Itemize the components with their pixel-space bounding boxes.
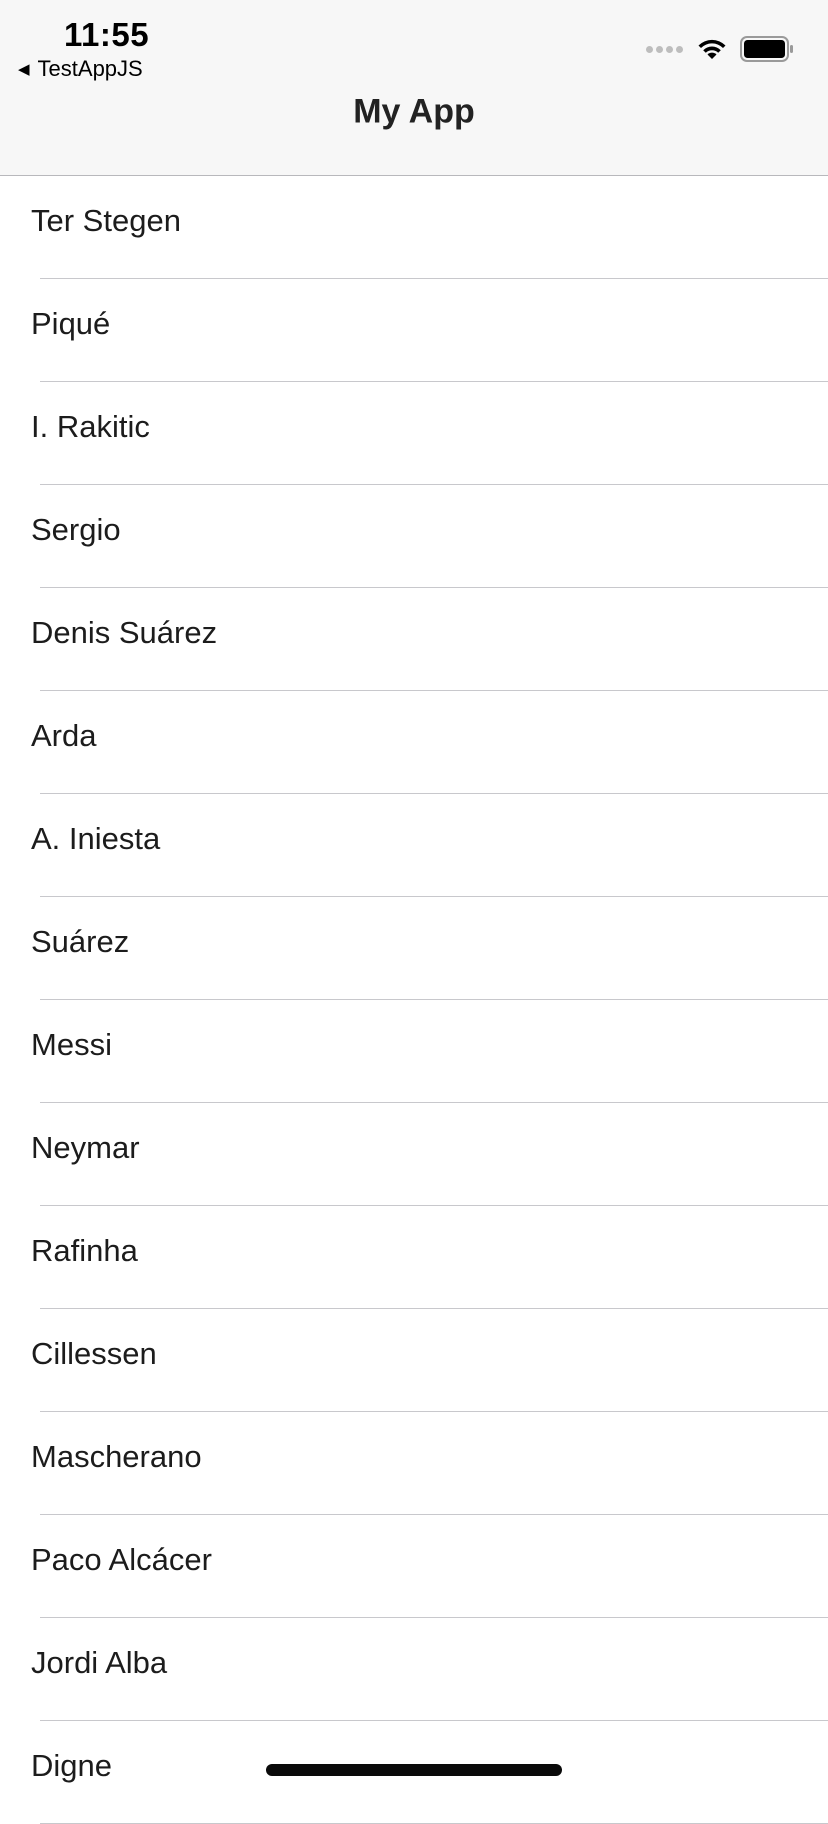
list-item-label: Jordi Alba: [31, 1644, 168, 1680]
list-item-label: Mascherano: [31, 1438, 202, 1474]
list-item-label: Sergio: [31, 511, 121, 547]
list-item-label: A. Iniesta: [31, 820, 161, 856]
list-item-label: Denis Suárez: [31, 614, 218, 650]
list-item-label: Paco Alcácer: [31, 1541, 212, 1577]
back-triangle-icon: ◀: [18, 60, 30, 78]
wifi-icon: [698, 39, 726, 59]
signal-icon: [646, 45, 686, 53]
list-item[interactable]: Sergio: [0, 485, 828, 588]
list-item[interactable]: Arda: [0, 691, 828, 794]
list-item[interactable]: I. Rakitic: [0, 382, 828, 485]
list-item[interactable]: Cillessen: [0, 1309, 828, 1412]
list-item[interactable]: Suárez: [0, 897, 828, 1000]
list-item[interactable]: Denis Suárez: [0, 588, 828, 691]
list-item[interactable]: A. Iniesta: [0, 794, 828, 897]
list-item[interactable]: Messi: [0, 1000, 828, 1103]
navigation-header: 11:55 ◀ TestAppJS My App: [0, 0, 828, 176]
list-item[interactable]: Jordi Alba: [0, 1618, 828, 1721]
list-item-label: Rafinha: [31, 1232, 138, 1268]
list-item-label: Suárez: [31, 923, 130, 959]
list-item-label: Digne: [31, 1747, 112, 1783]
list-item[interactable]: Paco Alcácer: [0, 1515, 828, 1618]
list-item[interactable]: Mascherano: [0, 1412, 828, 1515]
list-item-label: Piqué: [31, 305, 111, 341]
status-icons: [646, 36, 794, 62]
list-item[interactable]: Ter Stegen: [0, 176, 828, 279]
list-item[interactable]: Neymar: [0, 1103, 828, 1206]
page-title: My App: [353, 92, 475, 131]
list-item-label: Cillessen: [31, 1335, 157, 1371]
list-item-label: Messi: [31, 1026, 112, 1062]
list-item-label: Ter Stegen: [31, 202, 181, 238]
status-time: 11:55: [64, 16, 150, 53]
list-item[interactable]: Piqué: [0, 279, 828, 382]
list-item-label: Neymar: [31, 1129, 140, 1165]
player-list: Ter Stegen Piqué I. Rakitic Sergio Denis Suá…: [0, 176, 828, 1824]
home-indicator[interactable]: [266, 1764, 562, 1776]
back-app-label: TestAppJS: [37, 56, 143, 81]
list-item[interactable]: Rafinha: [0, 1206, 828, 1309]
battery-icon: [740, 36, 793, 62]
list-item-label: Arda: [31, 717, 97, 753]
back-to-app-button[interactable]: ◀ TestAppJS: [18, 56, 143, 82]
list-item-label: I. Rakitic: [31, 408, 150, 444]
